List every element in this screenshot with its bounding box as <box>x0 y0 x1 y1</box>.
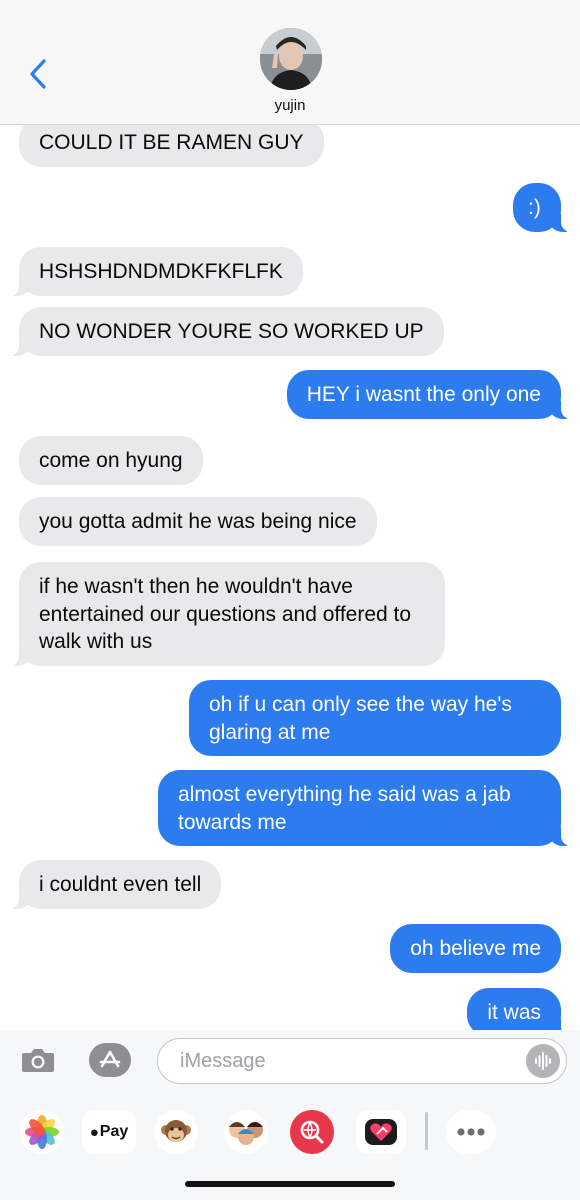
imessage-placeholder: iMessage <box>180 1050 266 1072</box>
globe-search-icon[interactable] <box>290 1110 334 1154</box>
message-bubble-outgoing[interactable]: oh believe me <box>390 924 561 973</box>
apple-pay-button[interactable]: ● Pay <box>82 1110 136 1154</box>
message-bubble-outgoing[interactable]: oh if u can only see the way he's glarin… <box>189 680 561 756</box>
message-composer: iMessage ● Pay <box>0 1030 580 1200</box>
avatar[interactable] <box>260 28 322 90</box>
memoji-icon[interactable] <box>224 1110 268 1154</box>
message-bubble-incoming[interactable]: come on hyung <box>19 436 203 485</box>
message-thread[interactable]: COULD IT BE RAMEN GUY :) HSHSHDNDMDKFKFL… <box>0 0 580 1030</box>
message-bubble-outgoing[interactable]: HEY i wasnt the only one <box>286 370 576 419</box>
monkey-icon[interactable] <box>154 1110 198 1154</box>
app-store-icon[interactable] <box>89 1043 131 1077</box>
app-drawer: ● Pay <box>0 1102 580 1164</box>
message-bubble-outgoing[interactable]: it was <box>467 988 575 1030</box>
apple-logo-icon: ● <box>89 1123 99 1141</box>
photos-icon[interactable] <box>20 1110 64 1154</box>
chevron-left-icon[interactable] <box>18 54 58 94</box>
contact-name[interactable]: yujin <box>0 97 580 114</box>
camera-icon[interactable] <box>18 1042 58 1078</box>
app-drawer-divider <box>425 1112 428 1150</box>
message-bubble-incoming[interactable]: i couldnt even tell <box>4 860 222 909</box>
audio-waveform-icon[interactable] <box>526 1044 560 1078</box>
message-bubble-incoming[interactable]: you gotta admit he was being nice <box>19 497 377 546</box>
heart-touch-icon[interactable] <box>356 1110 406 1154</box>
message-bubble-incoming[interactable]: HSHSHDNDMDKFKFLFK <box>5 247 303 296</box>
imessage-input[interactable]: iMessage <box>157 1038 567 1084</box>
more-icon[interactable] <box>446 1110 496 1154</box>
message-bubble-outgoing[interactable]: almost everything he said was a jab towa… <box>158 770 575 846</box>
message-bubble-incoming[interactable]: NO WONDER YOURE SO WORKED UP <box>5 307 444 356</box>
message-bubble-incoming[interactable]: if he wasn't then he wouldn't have enter… <box>5 562 445 666</box>
message-bubble-incoming[interactable]: COULD IT BE RAMEN GUY <box>19 118 324 167</box>
conversation-header: yujin <box>0 0 580 125</box>
home-indicator[interactable] <box>185 1181 395 1187</box>
message-bubble-outgoing[interactable]: :) <box>513 183 575 232</box>
